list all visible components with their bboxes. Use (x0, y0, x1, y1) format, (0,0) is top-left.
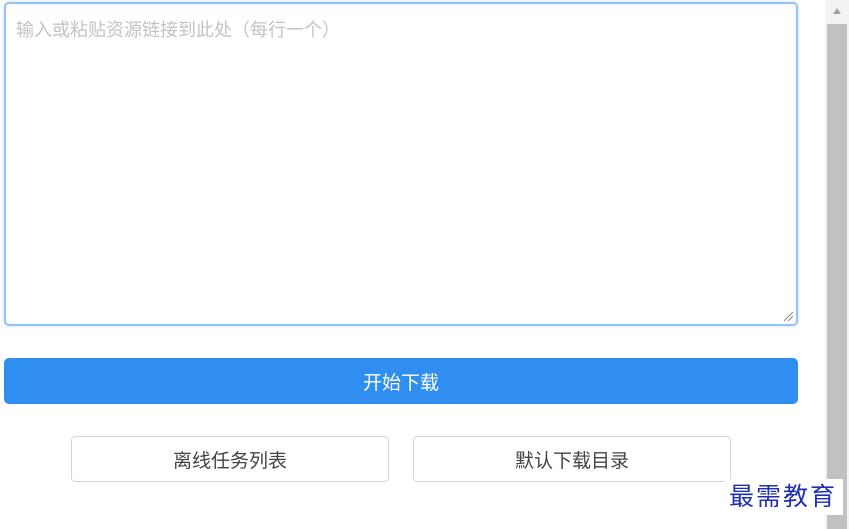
links-input[interactable] (4, 2, 798, 326)
vertical-scrollbar[interactable] (825, 0, 849, 529)
offline-tasks-button[interactable]: 离线任务列表 (71, 436, 389, 482)
default-download-dir-button[interactable]: 默认下载目录 (413, 436, 731, 482)
scroll-up-button[interactable] (825, 0, 849, 22)
start-download-button[interactable]: 开始下载 (4, 358, 798, 404)
triangle-up-icon (833, 8, 841, 14)
resize-grip-icon[interactable] (782, 310, 794, 322)
download-panel: 开始下载 离线任务列表 默认下载目录 最需教育 (0, 0, 849, 529)
scroll-thumb[interactable] (827, 24, 847, 529)
watermark-logo: 最需教育 (725, 479, 844, 515)
